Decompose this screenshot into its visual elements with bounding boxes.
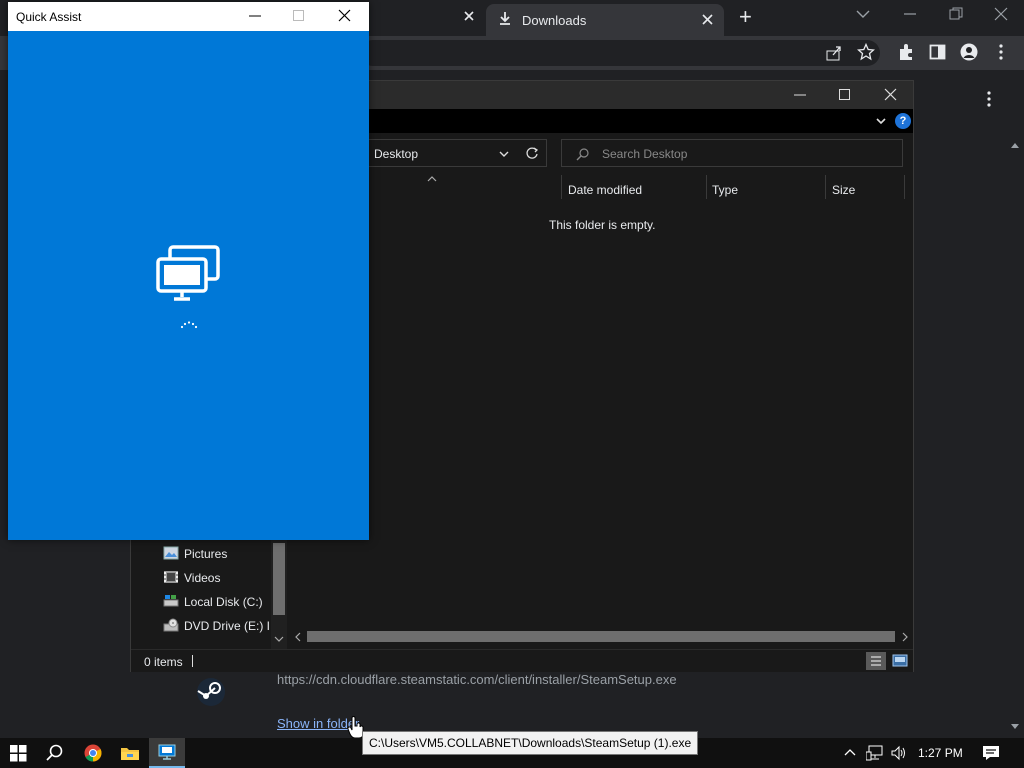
address-bar[interactable] bbox=[360, 40, 880, 66]
notifications-icon[interactable] bbox=[982, 744, 1000, 762]
search-box[interactable]: Search Desktop bbox=[561, 139, 903, 167]
nav-item-label: Local Disk (C:) bbox=[184, 595, 263, 609]
steam-icon bbox=[196, 677, 226, 707]
maximize-icon[interactable] bbox=[838, 88, 852, 102]
large-icons-view-icon[interactable] bbox=[890, 652, 910, 670]
search-icon[interactable] bbox=[46, 744, 64, 762]
scroll-right-icon[interactable] bbox=[901, 632, 909, 642]
search-icon bbox=[576, 147, 590, 161]
videos-folder-icon bbox=[163, 570, 179, 584]
pictures-folder-icon bbox=[163, 546, 179, 560]
show-hidden-icons-chevron-icon[interactable] bbox=[843, 747, 857, 757]
maximize-icon bbox=[292, 9, 306, 23]
quick-assist-window: Quick Assist bbox=[8, 2, 369, 540]
remote-screens-icon bbox=[155, 245, 223, 303]
address-box[interactable]: Desktop bbox=[367, 139, 547, 167]
file-list-pane: Date modified Type Size This folder is e… bbox=[289, 173, 913, 649]
nav-item-label: Pictures bbox=[184, 547, 228, 561]
search-placeholder: Search Desktop bbox=[602, 147, 688, 161]
scrollbar-thumb[interactable] bbox=[273, 543, 285, 615]
item-count: 0 items bbox=[144, 655, 183, 669]
bookmark-star-icon[interactable] bbox=[857, 43, 875, 61]
dvd-drive-icon bbox=[163, 618, 179, 632]
nav-item-videos[interactable]: Videos bbox=[159, 567, 269, 589]
close-tab-button[interactable] bbox=[458, 6, 482, 28]
new-tab-button[interactable]: + bbox=[739, 4, 752, 30]
tab-search-icon[interactable] bbox=[855, 8, 871, 20]
address-text: Desktop bbox=[374, 147, 419, 161]
scrollbar-thumb[interactable] bbox=[307, 631, 895, 642]
horizontal-scrollbar[interactable] bbox=[289, 628, 913, 645]
restore-icon[interactable] bbox=[948, 6, 964, 22]
column-header-size[interactable]: Size bbox=[832, 183, 855, 197]
minimize-icon[interactable] bbox=[902, 6, 918, 22]
nav-item-dvd-drive[interactable]: DVD Drive (E:) In bbox=[159, 615, 269, 637]
nav-item-label: DVD Drive (E:) In bbox=[184, 619, 269, 633]
close-window-icon[interactable] bbox=[993, 6, 1009, 22]
quick-assist-titlebar: Quick Assist bbox=[8, 2, 369, 31]
details-view-icon[interactable] bbox=[866, 652, 886, 670]
download-url[interactable]: https://cdn.cloudflare.steamstatic.com/c… bbox=[277, 672, 677, 687]
clock-time[interactable]: 1:27 PM bbox=[918, 746, 963, 760]
file-explorer-icon[interactable] bbox=[120, 745, 140, 761]
local-disk-icon bbox=[163, 594, 179, 608]
refresh-icon[interactable] bbox=[525, 146, 539, 160]
loading-spinner-icon bbox=[180, 320, 198, 330]
help-button[interactable]: ? bbox=[895, 113, 911, 129]
empty-folder-message: This folder is empty. bbox=[549, 218, 656, 232]
status-bar: 0 items bbox=[131, 649, 913, 672]
downloads-more-icon[interactable] bbox=[983, 90, 995, 108]
minimize-icon[interactable] bbox=[248, 9, 262, 23]
network-icon[interactable] bbox=[866, 745, 884, 761]
sort-up-icon bbox=[426, 175, 438, 183]
tab-title: Downloads bbox=[522, 13, 587, 28]
download-icon bbox=[498, 11, 512, 27]
address-dropdown-icon[interactable] bbox=[498, 148, 510, 160]
close-icon[interactable] bbox=[700, 10, 716, 28]
chrome-icon[interactable] bbox=[84, 744, 102, 762]
share-icon[interactable] bbox=[825, 44, 843, 62]
page-scrollbar[interactable] bbox=[1008, 126, 1022, 738]
profile-icon[interactable] bbox=[960, 43, 978, 61]
close-icon[interactable] bbox=[338, 9, 352, 23]
quick-assist-taskbar-button[interactable] bbox=[149, 738, 185, 768]
path-tooltip: C:\Users\VM5.COLLABNET\Downloads\SteamSe… bbox=[362, 731, 699, 755]
windows-start-icon[interactable] bbox=[10, 745, 27, 762]
side-panel-icon[interactable] bbox=[929, 44, 947, 60]
scroll-left-icon[interactable] bbox=[294, 632, 302, 642]
ribbon-expand-chevron-icon[interactable] bbox=[875, 115, 887, 127]
scroll-down-icon[interactable] bbox=[274, 635, 284, 643]
extensions-icon[interactable] bbox=[897, 43, 915, 61]
nav-item-label: Videos bbox=[184, 571, 221, 585]
nav-item-pictures[interactable]: Pictures bbox=[159, 543, 269, 565]
minimize-icon[interactable] bbox=[793, 88, 807, 102]
nav-item-local-disk[interactable]: Local Disk (C:) bbox=[159, 591, 269, 613]
quick-assist-icon bbox=[158, 744, 176, 760]
volume-icon[interactable] bbox=[890, 745, 908, 761]
close-icon[interactable] bbox=[884, 88, 898, 102]
quick-assist-title: Quick Assist bbox=[16, 10, 82, 24]
menu-icon[interactable] bbox=[996, 43, 1006, 61]
tab-downloads[interactable]: Downloads bbox=[486, 4, 724, 36]
column-header-type[interactable]: Type bbox=[712, 183, 738, 197]
column-header-date-modified[interactable]: Date modified bbox=[568, 183, 642, 197]
